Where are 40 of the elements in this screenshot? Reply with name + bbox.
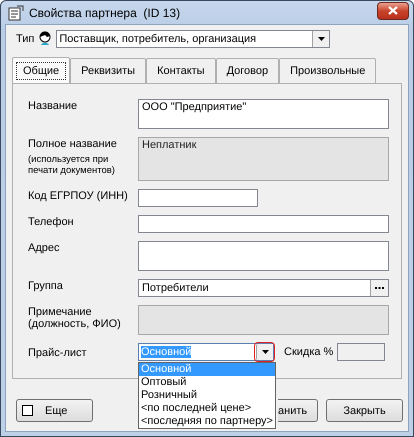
tab[interactable]: Общие	[12, 57, 70, 83]
input-field[interactable]	[138, 241, 389, 271]
input-field[interactable]	[138, 189, 258, 207]
person-icon	[38, 31, 52, 47]
save-button[interactable]: анить	[278, 399, 318, 422]
input-field[interactable]	[138, 305, 389, 335]
group-field[interactable]: Потребители	[138, 279, 389, 297]
window-icon	[8, 4, 24, 20]
field-label: Группа	[28, 280, 64, 292]
tab[interactable]: Произвольные	[279, 58, 376, 83]
checkbox[interactable]	[22, 405, 33, 416]
close-icon	[388, 6, 398, 15]
window-title: Свойства партнера (ID 13)	[29, 6, 182, 20]
close-button[interactable]	[377, 2, 409, 20]
close-dialog-button[interactable]: Закрыть	[326, 399, 403, 422]
discount-field[interactable]	[337, 343, 386, 361]
field-note: (используется при печати документов)	[28, 154, 116, 176]
field-label: Название	[28, 100, 78, 112]
field-label: Адрес	[28, 242, 60, 254]
tab[interactable]: Договор	[216, 58, 280, 83]
dropdown-option[interactable]: <последняя по партнеру>	[139, 415, 275, 428]
field-label: Полное название	[28, 138, 118, 150]
field-label: Телефон	[28, 216, 75, 228]
input-field[interactable]	[138, 215, 389, 233]
dropdown-option[interactable]: Оптовый	[139, 376, 275, 389]
field-label: Прайс-лист	[28, 346, 88, 358]
field-label: Примечание (должность, ФИО)	[28, 306, 122, 330]
type-dropdown[interactable]: Поставщик, потребитель, организация	[56, 30, 330, 48]
input-field[interactable]: Неплатник	[138, 137, 389, 181]
input-field[interactable]: ООО "Предприятие"	[138, 99, 389, 129]
type-label: Тип	[16, 33, 34, 45]
tab[interactable]: Контакты	[146, 58, 216, 83]
dropdown-option[interactable]: Розничный	[139, 389, 275, 402]
discount-label: Скидка %	[284, 346, 334, 358]
caret-icon	[318, 37, 325, 41]
field-label: Код ЕГРПОУ (ИНН)	[28, 190, 129, 202]
dropdown-option[interactable]: <по последней цене>	[139, 402, 275, 415]
tab[interactable]: Реквизиты	[70, 58, 146, 83]
more-button[interactable]: Еще	[16, 399, 93, 422]
caret-icon	[262, 350, 268, 354]
